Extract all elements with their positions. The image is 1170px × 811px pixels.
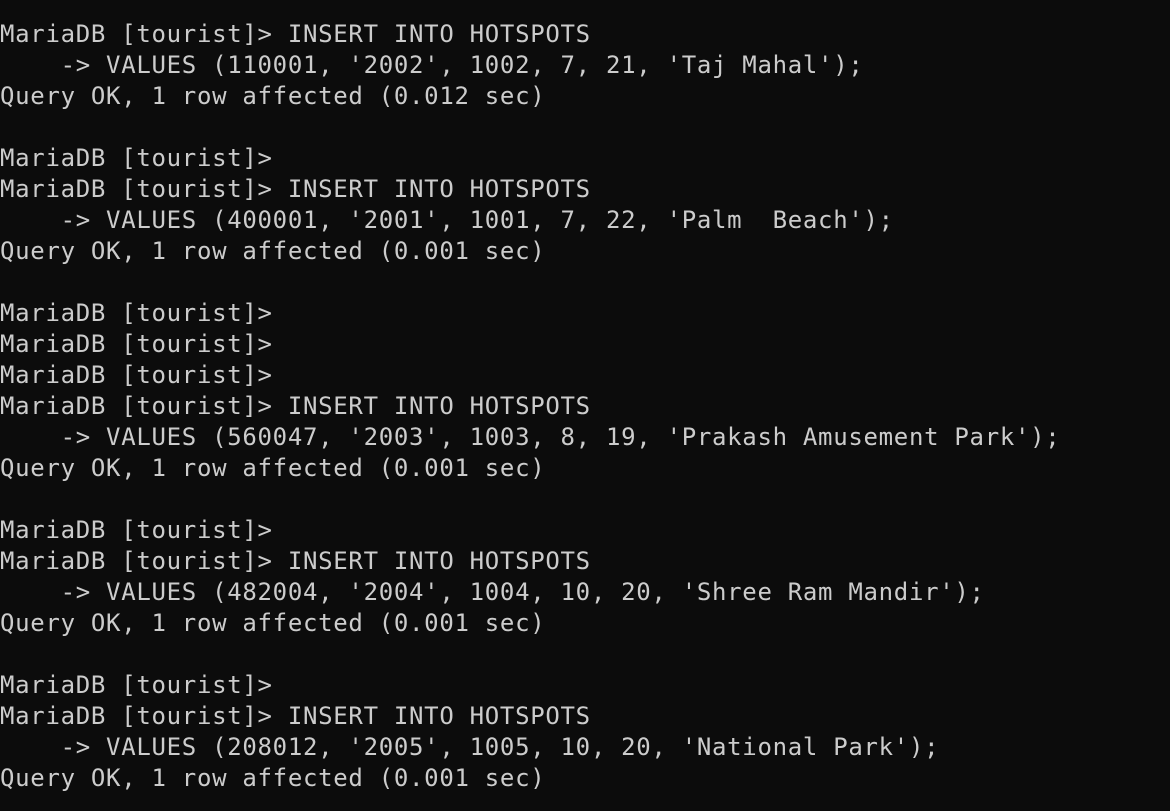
- prompt-line: MariaDB [tourist]>: [0, 361, 273, 389]
- prompt-line: MariaDB [tourist]> INSERT INTO HOTSPOTS: [0, 702, 591, 730]
- prompt-line: MariaDB [tourist]> INSERT INTO HOTSPOTS: [0, 547, 591, 575]
- prompt-line: MariaDB [tourist]>: [0, 299, 273, 327]
- continuation-line: -> VALUES (208012, '2005', 1005, 10, 20,…: [0, 733, 940, 761]
- query-result-line: Query OK, 1 row affected (0.012 sec): [0, 82, 546, 110]
- prompt-line: MariaDB [tourist]> INSERT INTO HOTSPOTS: [0, 20, 591, 48]
- query-result-line: Query OK, 1 row affected (0.001 sec): [0, 764, 546, 792]
- query-result-line: Query OK, 1 row affected (0.001 sec): [0, 454, 546, 482]
- query-result-line: Query OK, 1 row affected (0.001 sec): [0, 237, 546, 265]
- prompt-line: MariaDB [tourist]> INSERT INTO HOTSPOTS: [0, 392, 591, 420]
- continuation-line: -> VALUES (110001, '2002', 1002, 7, 21, …: [0, 51, 864, 79]
- continuation-line: -> VALUES (482004, '2004', 1004, 10, 20,…: [0, 578, 985, 606]
- prompt-line: MariaDB [tourist]>: [0, 671, 273, 699]
- terminal-output[interactable]: MariaDB [tourist]> INSERT INTO HOTSPOTS …: [0, 19, 1170, 794]
- prompt-line: MariaDB [tourist]>: [0, 330, 273, 358]
- query-result-line: Query OK, 1 row affected (0.001 sec): [0, 609, 546, 637]
- prompt-line: MariaDB [tourist]>: [0, 516, 273, 544]
- continuation-line: -> VALUES (400001, '2001', 1001, 7, 22, …: [0, 206, 894, 234]
- continuation-line: -> VALUES (560047, '2003', 1003, 8, 19, …: [0, 423, 1061, 451]
- prompt-line: MariaDB [tourist]>: [0, 144, 273, 172]
- prompt-line: MariaDB [tourist]> INSERT INTO HOTSPOTS: [0, 175, 591, 203]
